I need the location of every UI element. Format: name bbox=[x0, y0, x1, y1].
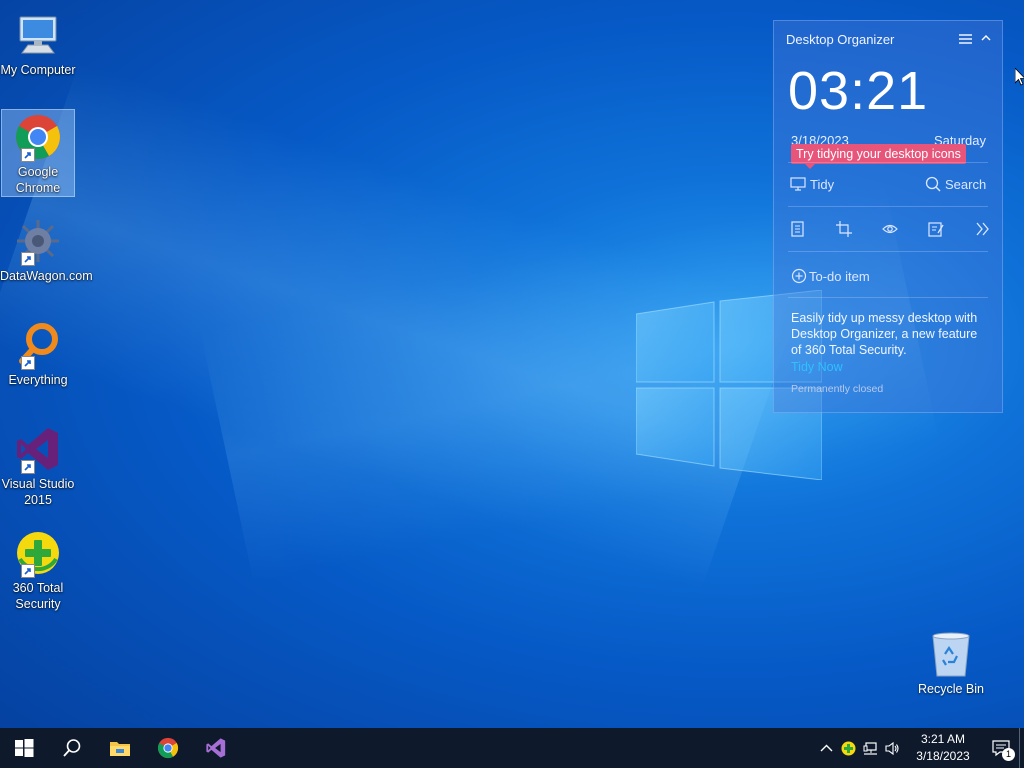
shortcut-arrow-icon bbox=[21, 460, 35, 474]
desktop-icon-google-chrome[interactable]: Google Chrome bbox=[1, 109, 75, 197]
360-security-icon bbox=[841, 741, 855, 755]
recycle-bin-label: Recycle Bin bbox=[918, 682, 984, 696]
divider bbox=[788, 297, 988, 298]
system-tray: 3:21 AM 3/18/2023 1 bbox=[815, 728, 1024, 768]
menu-icon[interactable] bbox=[959, 33, 972, 45]
desktop-icon-label: My Computer bbox=[0, 63, 76, 77]
network-icon bbox=[863, 741, 877, 755]
plus-circle-icon bbox=[791, 268, 807, 284]
notification-count-badge: 1 bbox=[1002, 748, 1015, 761]
taskbar-search-button[interactable] bbox=[48, 728, 96, 768]
note-edit-icon[interactable] bbox=[928, 221, 944, 237]
search-icon bbox=[925, 176, 941, 192]
desktop-icon-label: DataWagon.com bbox=[0, 269, 93, 283]
desktop-icon-everything[interactable]: Everything bbox=[2, 318, 74, 388]
double-chevron-right-icon[interactable] bbox=[974, 221, 990, 237]
recycle-bin-icon bbox=[932, 632, 970, 677]
shortcut-arrow-icon bbox=[21, 148, 35, 162]
tidy-tip-tooltip: Try tidying your desktop icons bbox=[791, 144, 966, 169]
tidy-button[interactable]: Tidy bbox=[790, 176, 834, 192]
taskbar: 3:21 AM 3/18/2023 1 bbox=[0, 728, 1024, 768]
show-hidden-icons-button[interactable] bbox=[815, 728, 837, 768]
taskbar-chrome[interactable] bbox=[144, 728, 192, 768]
start-icon bbox=[15, 739, 34, 757]
desktop[interactable]: My Computer Google Chrome DataWagon.com … bbox=[0, 0, 1024, 728]
desktop-icon-datawagon[interactable]: DataWagon.com bbox=[0, 214, 93, 284]
crop-icon[interactable] bbox=[836, 221, 852, 237]
tray-volume[interactable] bbox=[881, 728, 903, 768]
show-desktop-button[interactable] bbox=[1019, 728, 1024, 768]
volume-icon bbox=[884, 741, 899, 755]
shortcut-arrow-icon bbox=[21, 252, 35, 266]
divider bbox=[788, 162, 988, 163]
desktop-icon-label: Visual Studio 2015 bbox=[1, 477, 75, 507]
visual-studio-icon bbox=[206, 738, 226, 758]
start-button[interactable] bbox=[0, 728, 48, 768]
desktop-icon-label: Everything bbox=[8, 373, 68, 387]
divider bbox=[788, 251, 988, 252]
organizer-title: Desktop Organizer bbox=[786, 32, 895, 47]
organizer-toolbar bbox=[790, 221, 990, 237]
action-center-button[interactable]: 1 bbox=[983, 728, 1019, 768]
permanently-closed-link[interactable]: Permanently closed bbox=[791, 383, 883, 395]
chevron-up-icon bbox=[820, 744, 832, 751]
chevron-up-icon[interactable] bbox=[980, 32, 992, 44]
shortcut-arrow-icon bbox=[21, 564, 35, 578]
shortcut-arrow-icon bbox=[21, 356, 35, 370]
taskbar-file-explorer[interactable] bbox=[96, 728, 144, 768]
monitor-icon bbox=[790, 177, 806, 191]
tidy-label: Tidy bbox=[810, 176, 835, 192]
taskbar-date: 3/18/2023 bbox=[916, 749, 970, 763]
tidy-now-link[interactable]: Tidy Now bbox=[791, 360, 843, 374]
search-button[interactable]: Search bbox=[925, 176, 986, 192]
eye-icon[interactable] bbox=[882, 221, 898, 237]
desktop-icon-my-computer[interactable]: My Computer bbox=[0, 8, 76, 78]
desktop-icon-visual-studio[interactable]: Visual Studio 2015 bbox=[2, 422, 74, 508]
todo-label: To-do item bbox=[809, 268, 870, 284]
desktop-icon-label: 360 Total Security bbox=[12, 581, 64, 611]
desktop-icon-label: Google Chrome bbox=[15, 165, 61, 195]
divider bbox=[788, 206, 988, 207]
chrome-icon bbox=[157, 737, 179, 759]
add-todo-item-button[interactable]: To-do item bbox=[791, 268, 870, 284]
desktop-icon-360-total-security[interactable]: 360 Total Security bbox=[2, 526, 74, 612]
taskbar-time: 3:21 AM bbox=[920, 732, 966, 746]
desktop-icon-recycle-bin[interactable]: Recycle Bin bbox=[916, 630, 986, 696]
search-label: Search bbox=[945, 176, 987, 192]
taskbar-visual-studio[interactable] bbox=[192, 728, 240, 768]
document-icon[interactable] bbox=[790, 221, 806, 237]
tray-network[interactable] bbox=[859, 728, 881, 768]
organizer-clock: 03:21 bbox=[788, 61, 929, 121]
tray-360-security[interactable] bbox=[837, 728, 859, 768]
computer-icon bbox=[19, 16, 57, 54]
search-icon bbox=[63, 739, 81, 757]
promo-text: Easily tidy up messy desktop with Deskto… bbox=[791, 311, 978, 357]
taskbar-clock[interactable]: 3:21 AM 3/18/2023 bbox=[909, 731, 977, 765]
desktop-organizer-widget[interactable]: Desktop Organizer 03:21 3/18/2023 Saturd… bbox=[773, 20, 1003, 413]
file-explorer-icon bbox=[110, 742, 130, 756]
mouse-cursor-icon bbox=[1015, 68, 1024, 86]
